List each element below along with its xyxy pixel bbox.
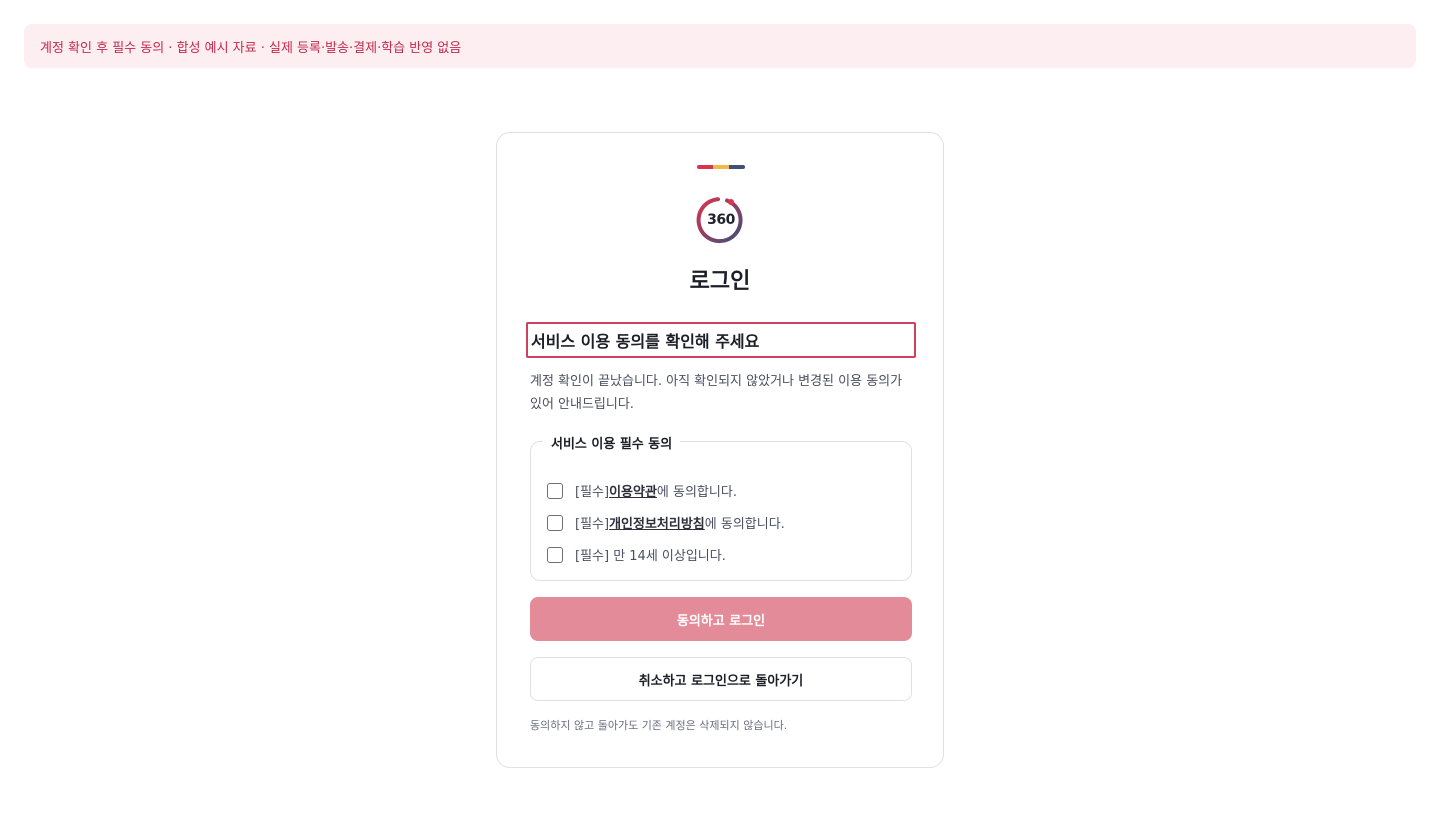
- consent-terms-row[interactable]: [필수] 이용약관 에 동의합니다.: [547, 481, 737, 500]
- login-card: 360 로그인 서비스 이용 동의를 확인해 주세요 계정 확인이 끝났습니다.…: [496, 132, 944, 768]
- logo-icon: 360: [696, 195, 746, 245]
- page-title: 로그인: [689, 269, 751, 294]
- required-consent-group: 서비스 이용 필수 동의 [필수] 이용약관 에 동의합니다. [필수] 개인정보…: [530, 433, 912, 581]
- brand-color-bar: [697, 165, 745, 169]
- notice-banner: 계정 확인 후 필수 동의 · 합성 예시 자료 · 실제 등록·발송·결제·학…: [24, 24, 1416, 68]
- terms-suffix: 에 동의합니다.: [656, 485, 737, 500]
- brand-bar-yellow: [713, 165, 729, 169]
- brand-bar-red: [697, 165, 713, 169]
- age-label: [필수] 만 14세 이상입니다.: [575, 549, 726, 564]
- privacy-prefix: [필수]: [575, 517, 610, 532]
- privacy-policy-link[interactable]: 개인정보처리방침: [609, 513, 705, 532]
- age-checkbox[interactable]: [547, 546, 563, 563]
- privacy-suffix: 에 동의합니다.: [704, 517, 785, 532]
- logo-text: 360: [707, 212, 735, 228]
- terms-link[interactable]: 이용약관: [609, 481, 657, 500]
- agree-and-login-button[interactable]: 동의하고 로그인: [530, 597, 912, 641]
- privacy-checkbox[interactable]: [547, 514, 563, 531]
- brand-bar-navy: [729, 165, 745, 169]
- consent-description: 계정 확인이 끝났습니다. 아직 확인되지 않았거나 변경된 이용 동의가 있어…: [530, 374, 903, 412]
- terms-prefix: [필수]: [575, 485, 610, 500]
- consent-privacy-row[interactable]: [필수] 개인정보처리방침 에 동의합니다.: [547, 513, 785, 532]
- terms-checkbox[interactable]: [547, 482, 563, 499]
- consent-age-row[interactable]: [필수] 만 14세 이상입니다.: [547, 545, 726, 564]
- notice-banner-text: 계정 확인 후 필수 동의 · 합성 예시 자료 · 실제 등록·발송·결제·학…: [40, 40, 462, 56]
- consent-group-legend: 서비스 이용 필수 동의: [543, 433, 681, 452]
- cancel-footnote: 동의하지 않고 돌아가도 기존 계정은 삭제되지 않습니다.: [530, 719, 788, 732]
- consent-heading: 서비스 이용 동의를 확인해 주세요: [526, 322, 916, 358]
- cancel-back-to-login-button[interactable]: 취소하고 로그인으로 돌아가기: [530, 657, 912, 701]
